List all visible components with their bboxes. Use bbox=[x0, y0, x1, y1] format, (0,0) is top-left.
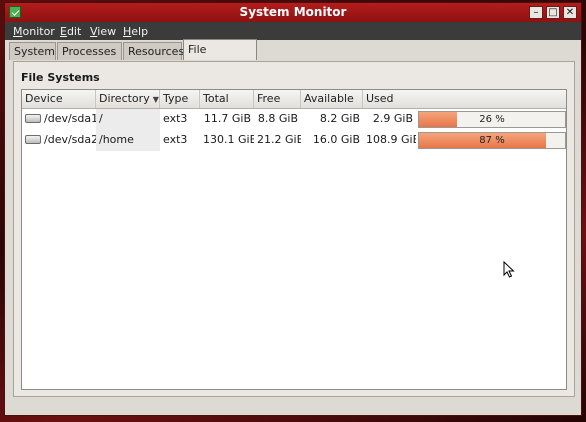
free-cell: 8.8 GiB bbox=[257, 112, 298, 125]
minimize-button[interactable]: – bbox=[529, 6, 543, 19]
menu-edit-mnemonic: E bbox=[60, 25, 67, 38]
menu-view[interactable]: View bbox=[90, 25, 116, 38]
column-header-used[interactable]: Used bbox=[363, 90, 566, 108]
column-header-directory[interactable]: Directory ▼ bbox=[96, 90, 160, 108]
usage-progress-bar: 26 % bbox=[418, 111, 566, 128]
close-button[interactable]: ✕ bbox=[563, 6, 577, 19]
column-total-label: Total bbox=[203, 92, 229, 105]
table-row[interactable]: /dev/sda2 /home ext3 130.1 GiB 21.2 GiB … bbox=[22, 130, 566, 151]
tab-resources[interactable]: Resources bbox=[123, 42, 184, 60]
title-bar[interactable]: System Monitor – □ ✕ bbox=[5, 3, 581, 22]
table-header: Device Directory ▼ Type Total Free Availa… bbox=[22, 90, 566, 109]
maximize-button[interactable]: □ bbox=[546, 6, 560, 19]
menu-edit[interactable]: Edit bbox=[60, 25, 81, 38]
column-header-free[interactable]: Free bbox=[254, 90, 301, 108]
device-name: /dev/sda2 bbox=[44, 133, 96, 146]
harddisk-icon bbox=[25, 113, 41, 123]
column-type-label: Type bbox=[163, 92, 189, 105]
free-cell: 21.2 GiB bbox=[257, 133, 301, 146]
file-systems-panel: File Systems Device Directory ▼ Type Tota… bbox=[13, 61, 575, 397]
used-cell: 108.9 GiB bbox=[366, 133, 416, 146]
file-systems-table[interactable]: Device Directory ▼ Type Total Free Availa… bbox=[21, 89, 567, 390]
directory-cell: /home bbox=[96, 130, 160, 151]
device-name: /dev/sda1 bbox=[44, 112, 96, 125]
directory-cell: / bbox=[96, 109, 160, 130]
system-monitor-window: System Monitor – □ ✕ Monitor Edit View H… bbox=[4, 2, 582, 416]
usage-percent-label: 26 % bbox=[479, 114, 505, 125]
column-device-label: Device bbox=[25, 92, 63, 105]
sort-descending-icon: ▼ bbox=[152, 95, 159, 104]
available-cell: 16.0 GiB bbox=[312, 133, 360, 146]
usage-percent-label: 87 % bbox=[479, 135, 505, 146]
usage-bar-cell: 87 % bbox=[416, 130, 566, 151]
menu-help[interactable]: Help bbox=[123, 25, 148, 38]
column-header-total[interactable]: Total bbox=[200, 90, 254, 108]
column-free-label: Free bbox=[257, 92, 281, 105]
tab-processes[interactable]: Processes bbox=[57, 42, 122, 60]
total-cell: 11.7 GiB bbox=[203, 112, 251, 125]
menu-monitor-label: onitor bbox=[22, 25, 55, 38]
available-cell: 8.2 GiB bbox=[319, 112, 360, 125]
used-cell: 2.9 GiB bbox=[372, 112, 413, 125]
tab-file-systems[interactable]: File Systems bbox=[183, 39, 257, 75]
type-cell: ext3 bbox=[163, 112, 188, 125]
menu-bar: Monitor Edit View Help bbox=[5, 22, 581, 40]
column-header-type[interactable]: Type bbox=[160, 90, 200, 108]
menu-help-label: elp bbox=[131, 25, 149, 38]
table-row[interactable]: /dev/sda1 / ext3 11.7 GiB 8.8 GiB 8.2 Gi… bbox=[22, 109, 566, 130]
section-title: File Systems bbox=[21, 71, 100, 84]
column-header-device[interactable]: Device bbox=[22, 90, 96, 108]
device-cell: /dev/sda1 bbox=[22, 109, 96, 130]
column-available-label: Available bbox=[304, 92, 354, 105]
device-cell: /dev/sda2 bbox=[22, 130, 96, 151]
harddisk-icon bbox=[25, 134, 41, 144]
tab-system[interactable]: System bbox=[9, 42, 56, 60]
menu-edit-label: dit bbox=[66, 25, 82, 38]
menu-monitor[interactable]: Monitor bbox=[13, 25, 55, 38]
column-directory-label: Directory bbox=[99, 92, 150, 105]
column-used-label: Used bbox=[366, 92, 394, 105]
total-cell: 130.1 GiB bbox=[203, 133, 254, 146]
usage-progress-bar: 87 % bbox=[418, 132, 566, 149]
usage-bar-cell: 26 % bbox=[416, 109, 566, 130]
window-title: System Monitor bbox=[239, 5, 347, 19]
menu-view-label: iew bbox=[97, 25, 117, 38]
menu-monitor-mnemonic: M bbox=[13, 25, 23, 38]
column-header-available[interactable]: Available bbox=[301, 90, 363, 108]
type-cell: ext3 bbox=[163, 133, 188, 146]
